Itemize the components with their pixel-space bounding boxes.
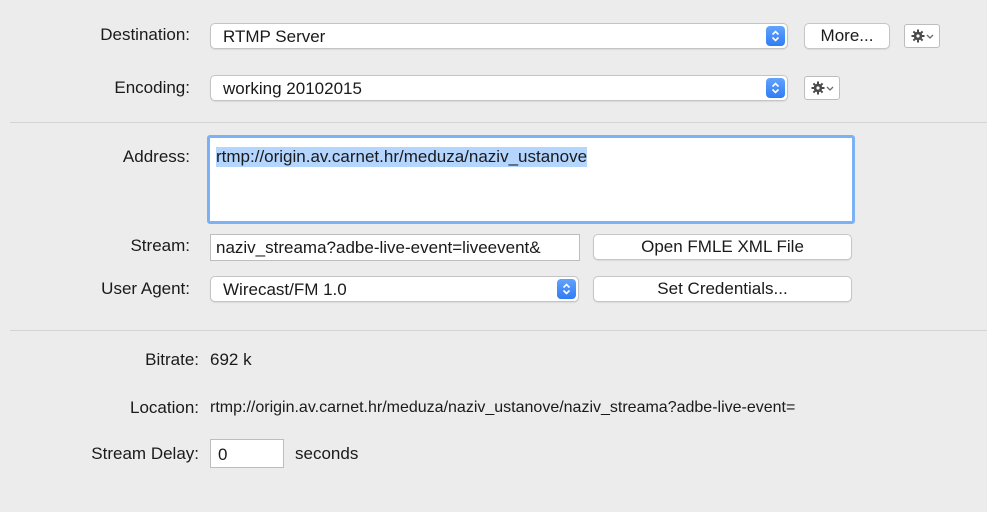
up-down-chevron-icon — [766, 26, 785, 46]
user-agent-select-value: Wirecast/FM 1.0 — [223, 280, 347, 299]
user-agent-label: User Agent: — [101, 279, 190, 298]
user-agent-select[interactable]: Wirecast/FM 1.0 — [210, 276, 579, 302]
destination-select-value: RTMP Server — [223, 27, 326, 46]
up-down-chevron-icon — [557, 279, 576, 299]
encoding-gear-button[interactable] — [804, 76, 840, 100]
encoding-label: Encoding: — [114, 78, 190, 97]
stream-field-text: naziv_streama?adbe-live-event=liveevent& — [216, 238, 541, 257]
encoding-select[interactable]: working 20102015 — [210, 75, 788, 101]
stream-field[interactable]: naziv_streama?adbe-live-event=liveevent& — [210, 234, 580, 261]
stream-delay-label: Stream Delay: — [91, 444, 199, 463]
stream-delay-field-text: 0 — [218, 445, 228, 464]
bitrate-label: Bitrate: — [145, 350, 199, 369]
address-label: Address: — [122, 147, 190, 166]
bitrate-value: 692 k — [210, 350, 252, 369]
gear-icon — [811, 81, 834, 95]
destination-select[interactable]: RTMP Server — [210, 23, 788, 49]
location-label: Location: — [130, 398, 199, 417]
stream-delay-field[interactable]: 0 — [210, 439, 284, 468]
set-credentials-button[interactable]: Set Credentials... — [593, 276, 852, 302]
location-value: rtmp://origin.av.carnet.hr/meduza/naziv_… — [210, 399, 796, 416]
gear-icon — [911, 29, 934, 43]
stream-delay-unit: seconds — [295, 444, 359, 463]
more-button[interactable]: More... — [804, 23, 890, 49]
open-fmle-xml-button[interactable]: Open FMLE XML File — [593, 234, 852, 260]
section-divider — [10, 330, 987, 331]
stream-label: Stream: — [130, 236, 190, 255]
address-field-text: rtmp://origin.av.carnet.hr/meduza/naziv_… — [216, 147, 588, 167]
address-field[interactable]: rtmp://origin.av.carnet.hr/meduza/naziv_… — [207, 135, 855, 224]
encoding-select-value: working 20102015 — [223, 79, 362, 98]
up-down-chevron-icon — [766, 78, 785, 98]
destination-label: Destination: — [100, 25, 190, 44]
destination-gear-button[interactable] — [904, 24, 940, 48]
section-divider — [10, 122, 987, 123]
